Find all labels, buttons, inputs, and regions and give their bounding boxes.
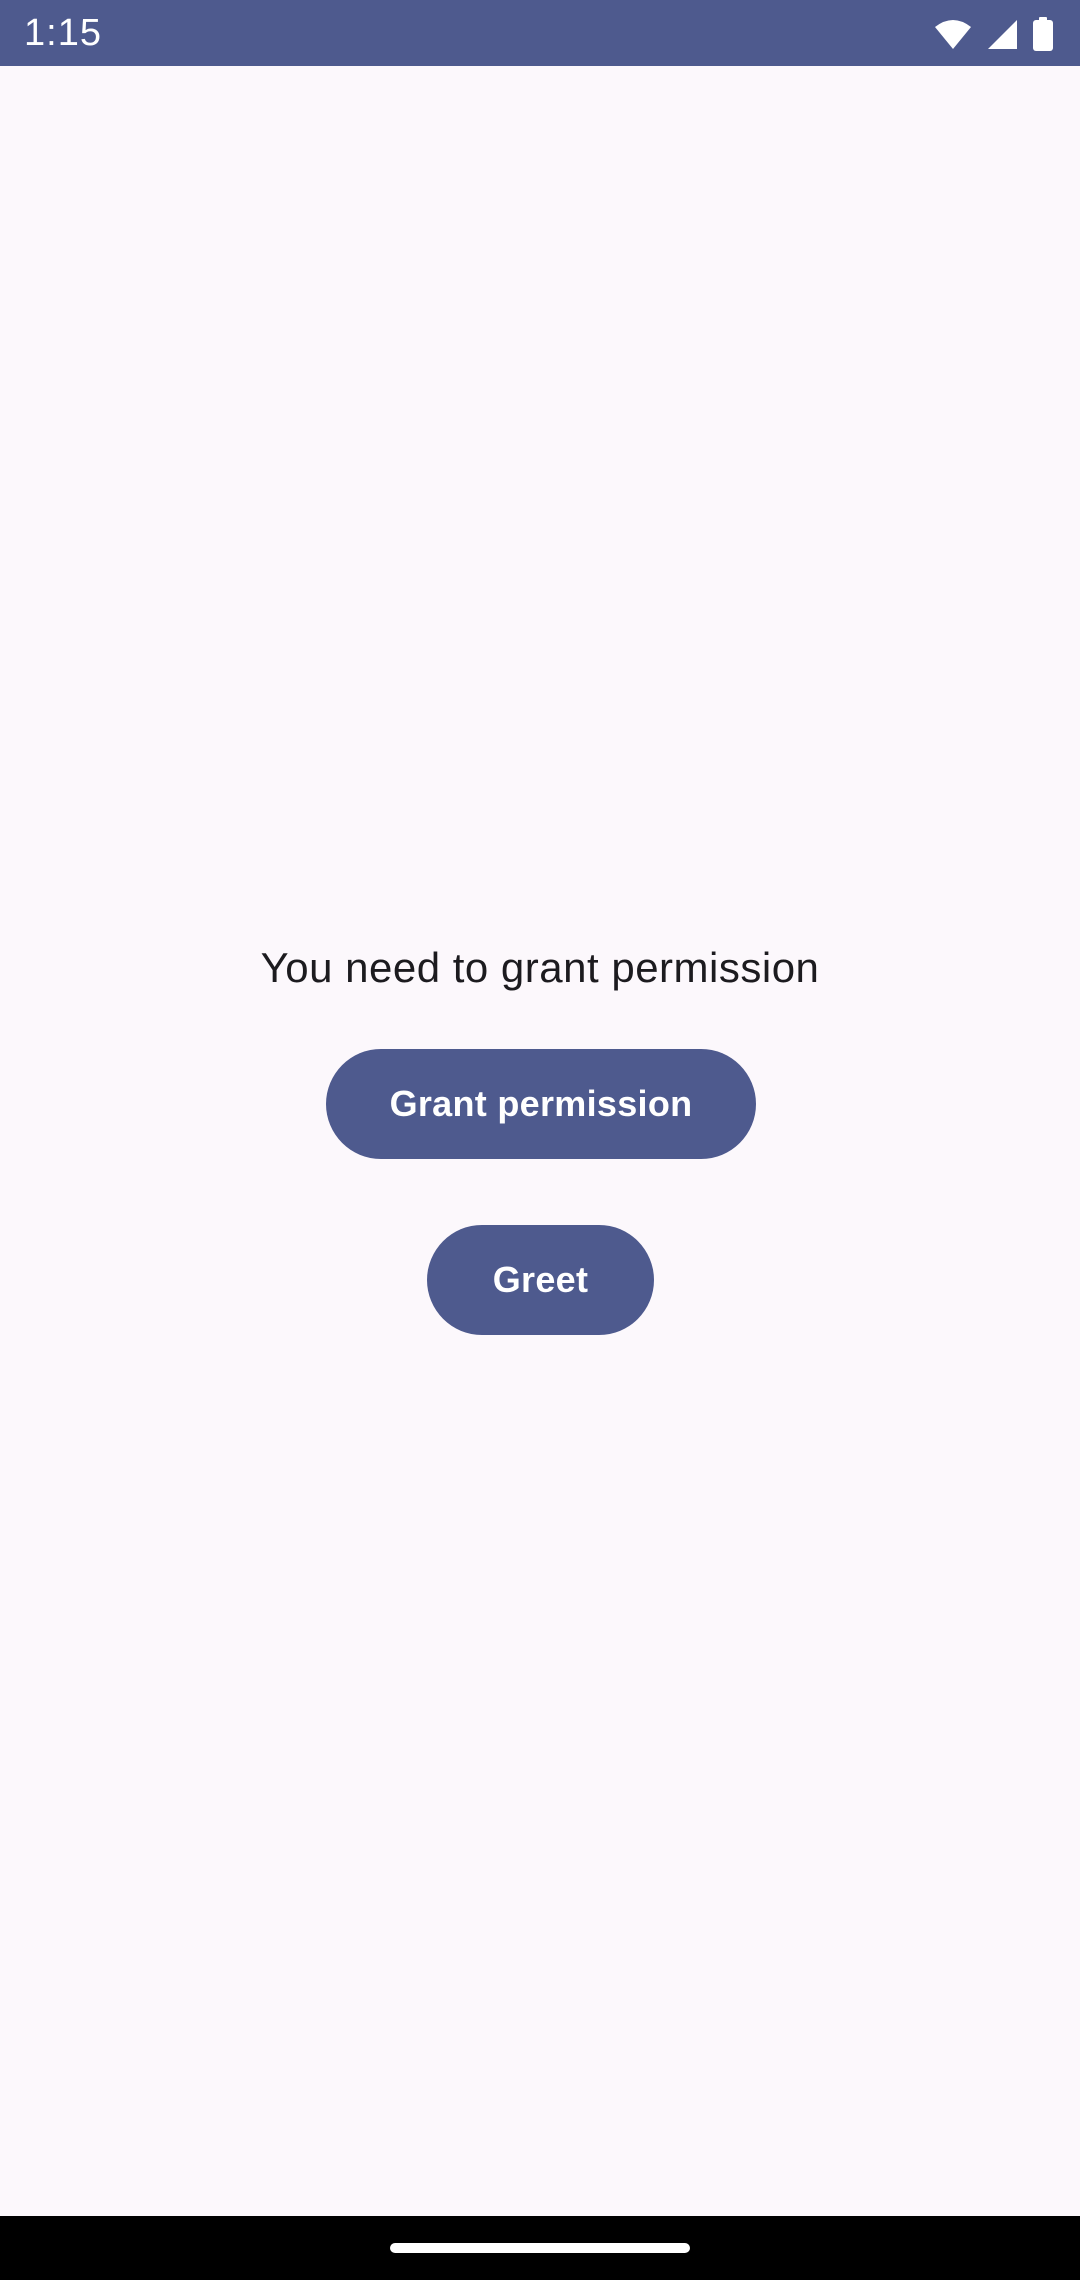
greet-button[interactable]: Greet [427,1225,654,1335]
grant-permission-button[interactable]: Grant permission [326,1049,756,1159]
status-icons [934,14,1054,54]
home-gesture-handle[interactable] [390,2243,690,2253]
status-time: 1:15 [24,12,102,54]
status-bar: 1:15 [0,0,1080,66]
battery-icon [1032,17,1054,51]
wifi-icon [934,18,972,50]
navigation-bar [0,2216,1080,2280]
permission-message: You need to grant permission [260,944,820,991]
main-screen: You need to grant permission Grant permi… [0,66,1080,2216]
cellular-signal-icon [986,18,1018,50]
